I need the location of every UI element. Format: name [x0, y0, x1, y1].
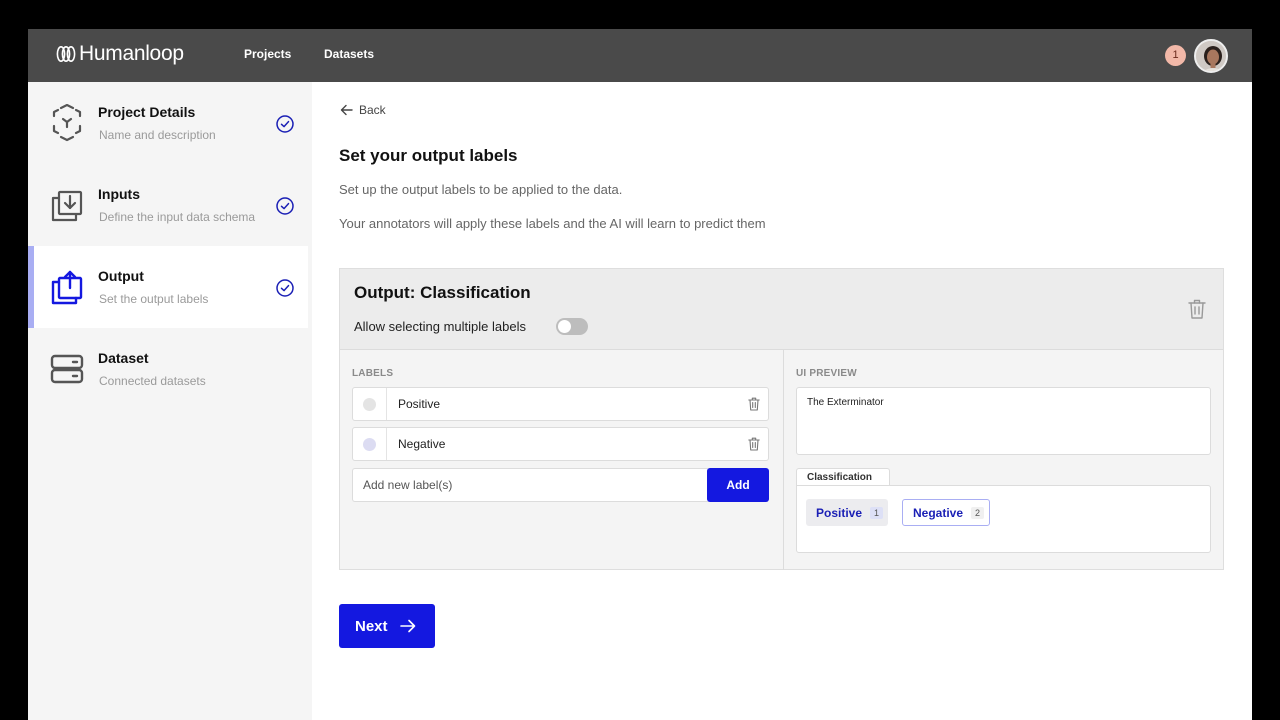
- label-color-dot[interactable]: [363, 398, 376, 411]
- humanloop-logo[interactable]: Humanloop: [56, 42, 184, 66]
- label-row-positive[interactable]: Positive: [352, 387, 769, 421]
- cube-icon: [52, 104, 82, 142]
- card-title: Output: Classification: [354, 283, 531, 302]
- divider: [386, 388, 387, 420]
- page-description: Set up the output labels to be applied t…: [339, 182, 623, 197]
- preview-chip-negative[interactable]: Negative 2: [902, 499, 990, 526]
- classification-preview: Positive 1 Negative 2: [796, 485, 1211, 553]
- brand-name: Humanloop: [79, 42, 184, 65]
- label-color-dot[interactable]: [363, 438, 376, 451]
- humanloop-logo-icon: [56, 46, 76, 62]
- chip-shortcut: 1: [870, 506, 884, 519]
- step-title: Output: [98, 268, 144, 284]
- preview-chip-positive[interactable]: Positive 1: [806, 499, 888, 526]
- back-link[interactable]: Back: [340, 103, 386, 117]
- check-circle-icon: [276, 197, 294, 215]
- preview-text: The Exterminator: [807, 397, 884, 408]
- multi-label-label: Allow selecting multiple labels: [354, 319, 526, 334]
- step-project-details[interactable]: Project Details Name and description: [28, 82, 308, 164]
- step-subtitle: Define the input data schema: [99, 210, 256, 224]
- ui-preview-heading: UI PREVIEW: [796, 368, 857, 379]
- label-row-negative[interactable]: Negative: [352, 427, 769, 461]
- step-subtitle: Set the output labels: [99, 292, 209, 306]
- label-text[interactable]: Positive: [398, 397, 440, 411]
- notification-badge[interactable]: 1: [1165, 45, 1186, 66]
- labels-heading: LABELS: [352, 368, 394, 379]
- arrow-left-icon: [340, 104, 353, 116]
- classification-tab: Classification: [796, 468, 890, 486]
- chip-label: Positive: [816, 505, 863, 520]
- add-label-button[interactable]: Add: [707, 468, 769, 502]
- preview-input-text: The Exterminator: [796, 387, 1211, 455]
- arrow-right-icon: [399, 619, 415, 633]
- app-window: Humanloop Projects Datasets 1 Project De…: [28, 29, 1252, 720]
- check-circle-icon: [276, 115, 294, 133]
- card-header: Output: Classification Allow selecting m…: [340, 269, 1223, 350]
- step-subtitle: Connected datasets: [99, 374, 206, 388]
- trash-icon[interactable]: [748, 397, 760, 411]
- chip-shortcut: 2: [971, 506, 985, 519]
- card-divider: [783, 350, 784, 570]
- step-dataset[interactable]: Dataset Connected datasets: [28, 328, 308, 410]
- server-icon: [50, 354, 84, 384]
- nav-projects[interactable]: Projects: [244, 47, 291, 61]
- avatar[interactable]: [1194, 39, 1228, 73]
- step-title: Project Details: [98, 104, 196, 120]
- step-inputs[interactable]: Inputs Define the input data schema: [28, 164, 308, 246]
- page-title: Set your output labels: [339, 146, 518, 165]
- trash-icon[interactable]: [748, 437, 760, 451]
- wizard-sidebar: Project Details Name and description Inp…: [28, 82, 312, 720]
- divider: [386, 428, 387, 460]
- add-label-input[interactable]: [352, 468, 708, 502]
- user-avatar-image: [1196, 41, 1226, 71]
- step-title: Inputs: [98, 186, 140, 202]
- page-description-secondary: Your annotators will apply these labels …: [339, 216, 766, 231]
- import-icon: [51, 190, 83, 222]
- nav-datasets[interactable]: Datasets: [324, 47, 374, 61]
- check-circle-icon: [276, 279, 294, 297]
- multi-label-toggle[interactable]: [556, 318, 588, 335]
- step-subtitle: Name and description: [99, 128, 216, 142]
- top-navigation-bar: Humanloop Projects Datasets 1: [28, 29, 1252, 82]
- label-text[interactable]: Negative: [398, 437, 445, 451]
- chip-label: Negative: [913, 505, 964, 520]
- output-classification-card: Output: Classification Allow selecting m…: [339, 268, 1224, 570]
- next-button[interactable]: Next: [339, 604, 435, 648]
- step-output[interactable]: Output Set the output labels: [28, 246, 308, 328]
- export-icon: [51, 270, 83, 305]
- step-title: Dataset: [98, 350, 149, 366]
- back-label: Back: [359, 103, 386, 117]
- next-label: Next: [355, 617, 388, 635]
- trash-icon[interactable]: [1188, 299, 1206, 319]
